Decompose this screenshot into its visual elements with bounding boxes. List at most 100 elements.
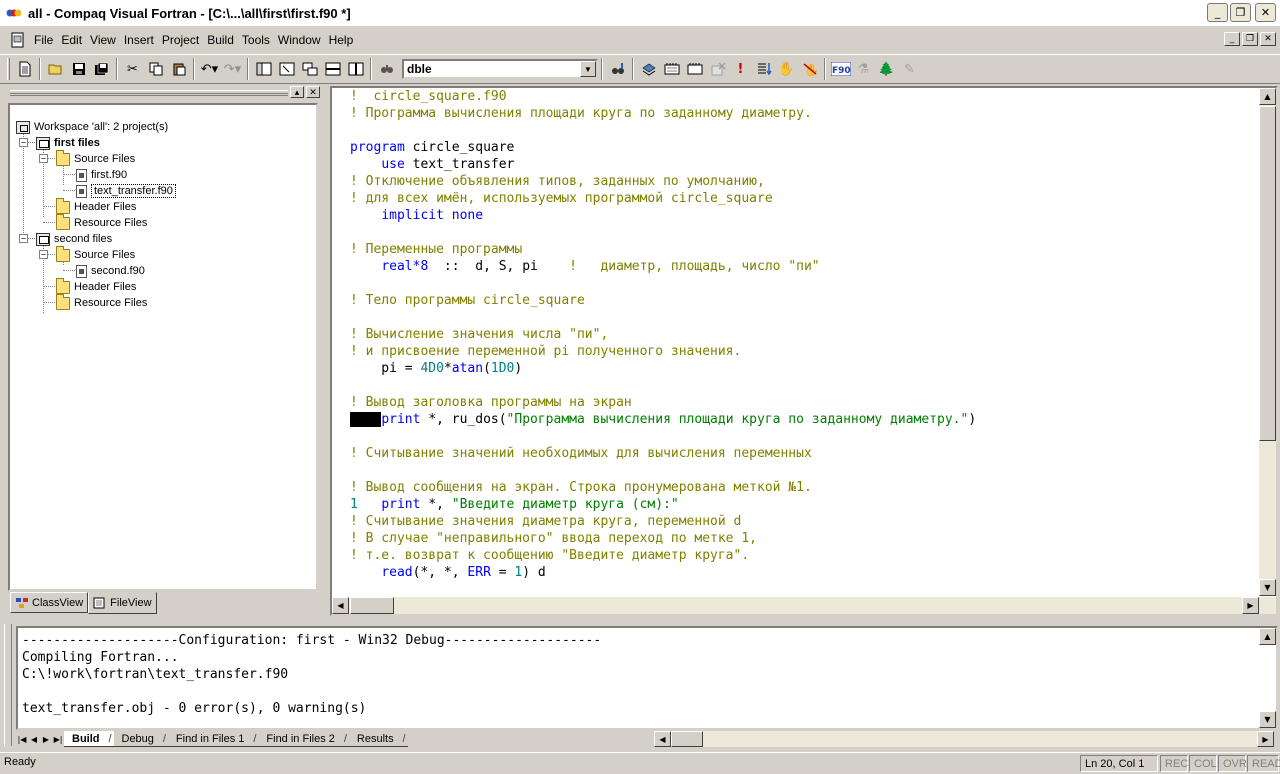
editor-horizontal-scrollbar[interactable]: ◀ ▶ (332, 597, 1276, 614)
code-line[interactable]: ! и присвоение переменной pi полученного… (350, 343, 976, 360)
tab-find-in-files-2[interactable]: Find in Files 2 (258, 731, 349, 747)
new-file-icon[interactable] (13, 58, 36, 80)
code-line[interactable]: ! для всех имён, используемых программой… (350, 190, 976, 207)
code-line[interactable]: use text_transfer (350, 156, 976, 173)
scroll-up-button[interactable]: ▲ (1259, 628, 1276, 645)
code-line[interactable]: read(*, *, ERR = 1) d (350, 564, 976, 581)
folder-resource-files[interactable]: Resource Files (56, 293, 147, 311)
scroll-down-button[interactable]: ▼ (1259, 711, 1276, 728)
scroll-right-button[interactable]: ▶ (1242, 597, 1259, 614)
window-list-icon[interactable] (298, 58, 321, 80)
code-line[interactable]: ! Программа вычисления площади круга по … (350, 105, 976, 122)
menu-window[interactable]: Window (274, 33, 325, 47)
code-line[interactable]: print *, ru_dos("Программа вычисления пл… (350, 411, 976, 428)
editor-vertical-scrollbar[interactable]: ▲ ▼ (1259, 88, 1276, 596)
redo-icon[interactable]: ↷▾ (221, 58, 244, 80)
code-line[interactable] (350, 275, 976, 292)
tab-debug[interactable]: Debug (113, 731, 168, 747)
tab-next-icon[interactable]: ▶ (40, 732, 52, 746)
tab-prev-icon[interactable]: ◀ (28, 732, 40, 746)
code-line[interactable]: ! circle_square.f90 (350, 88, 976, 105)
split-vertical-icon[interactable] (344, 58, 367, 80)
code-line[interactable]: 1 print *, "Введите диаметр круга (см):" (350, 496, 976, 513)
project-first[interactable]: first files (36, 135, 100, 151)
collapse-toggle[interactable]: − (39, 154, 48, 163)
toolbar-grip[interactable] (7, 58, 10, 80)
app-icon[interactable] (6, 5, 22, 21)
panel-grip[interactable] (10, 90, 288, 96)
tab-fileview[interactable]: FileView (88, 592, 157, 614)
code-line[interactable]: ! Вычисление значения числа "пи", (350, 326, 976, 343)
f90-icon[interactable]: F90 (829, 58, 852, 80)
file-item[interactable]: second.f90 (76, 263, 145, 279)
tab-last-icon[interactable]: ▶| (52, 732, 64, 746)
menu-edit[interactable]: Edit (57, 33, 86, 47)
project-second[interactable]: second files (36, 231, 112, 247)
insert-breakpoint-icon[interactable]: ✋ (775, 58, 798, 80)
code-line[interactable]: ! Переменные программы (350, 241, 976, 258)
workspace-root[interactable]: Workspace 'all': 2 project(s) (16, 119, 168, 135)
menu-build[interactable]: Build (203, 33, 238, 47)
tool-icon[interactable]: ✎ (898, 58, 921, 80)
tab-first-icon[interactable]: |◀ (16, 732, 28, 746)
compile-icon[interactable] (637, 58, 660, 80)
go-icon[interactable] (752, 58, 775, 80)
menu-file[interactable]: File (30, 33, 57, 47)
find-icon[interactable] (606, 58, 629, 80)
chevron-down-icon[interactable]: ▼ (580, 61, 596, 77)
mdi-restore-button[interactable]: ❐ (1242, 32, 1258, 46)
copy-icon[interactable] (144, 58, 167, 80)
menu-tools[interactable]: Tools (238, 33, 274, 47)
folder-header-files[interactable]: Header Files (56, 197, 136, 215)
scroll-down-button[interactable]: ▼ (1259, 579, 1276, 596)
scroll-thumb[interactable] (1259, 106, 1276, 441)
code-line[interactable] (350, 309, 976, 326)
tab-classview[interactable]: ClassView (10, 592, 89, 613)
code-line[interactable]: ! т.е. возврат к сообщению "Введите диам… (350, 547, 976, 564)
code-line[interactable] (350, 377, 976, 394)
panel-close-button[interactable]: ✕ (306, 86, 320, 98)
build-icon[interactable] (660, 58, 683, 80)
collapse-toggle[interactable]: − (19, 138, 28, 147)
split-horizontal-icon[interactable] (321, 58, 344, 80)
output-grip[interactable] (4, 624, 12, 746)
folder-resource-files[interactable]: Resource Files (56, 213, 147, 231)
folder-source-files[interactable]: Source Files (56, 245, 135, 263)
code-line[interactable]: pi = 4D0*atan(1D0) (350, 360, 976, 377)
menu-view[interactable]: View (86, 33, 120, 47)
file-item[interactable]: first.f90 (76, 167, 127, 183)
open-folder-icon[interactable] (44, 58, 67, 80)
folder-source-files[interactable]: Source Files (56, 149, 135, 167)
mdi-minimize-button[interactable]: _ (1224, 32, 1240, 46)
output-text[interactable]: --------------------Configuration: first… (16, 626, 1278, 730)
code-line[interactable]: ! Считывание значений необходимых для вы… (350, 445, 976, 462)
output-horizontal-scrollbar[interactable]: ◀ ▶ (654, 731, 1274, 747)
maximize-button[interactable]: ❐ (1230, 3, 1251, 22)
save-all-icon[interactable] (90, 58, 113, 80)
output-window-icon[interactable] (275, 58, 298, 80)
close-button[interactable]: ✕ (1255, 3, 1276, 22)
panel-maximize-button[interactable]: ▴ (290, 86, 304, 98)
undo-icon[interactable]: ↶▾ (198, 58, 221, 80)
code-line[interactable]: ! Вывод заголовка программы на экран (350, 394, 976, 411)
code-line[interactable] (350, 428, 976, 445)
scroll-up-button[interactable]: ▲ (1259, 88, 1276, 105)
find-combo[interactable]: dble ▼ (402, 59, 598, 79)
execute-icon[interactable]: ! (729, 58, 752, 80)
code-line[interactable] (350, 224, 976, 241)
menu-help[interactable]: Help (325, 33, 358, 47)
mdi-close-button[interactable]: ✕ (1260, 32, 1276, 46)
remove-breakpoints-icon[interactable]: ✋ (798, 58, 821, 80)
code-text[interactable]: ! circle_square.f90! Программа вычислени… (350, 88, 976, 581)
code-line[interactable]: ! Тело программы circle_square (350, 292, 976, 309)
menu-insert[interactable]: Insert (120, 33, 158, 47)
code-line[interactable]: ! Вывод сообщения на экран. Строка прону… (350, 479, 976, 496)
find-in-files-icon[interactable] (375, 58, 398, 80)
scroll-left-button[interactable]: ◀ (332, 597, 349, 614)
code-line[interactable] (350, 122, 976, 139)
cut-icon[interactable]: ✂ (121, 58, 144, 80)
stop-build-icon[interactable] (706, 58, 729, 80)
code-line[interactable]: program circle_square (350, 139, 976, 156)
scroll-left-button[interactable]: ◀ (654, 731, 671, 747)
code-editor[interactable]: ! circle_square.f90! Программа вычислени… (330, 86, 1278, 616)
